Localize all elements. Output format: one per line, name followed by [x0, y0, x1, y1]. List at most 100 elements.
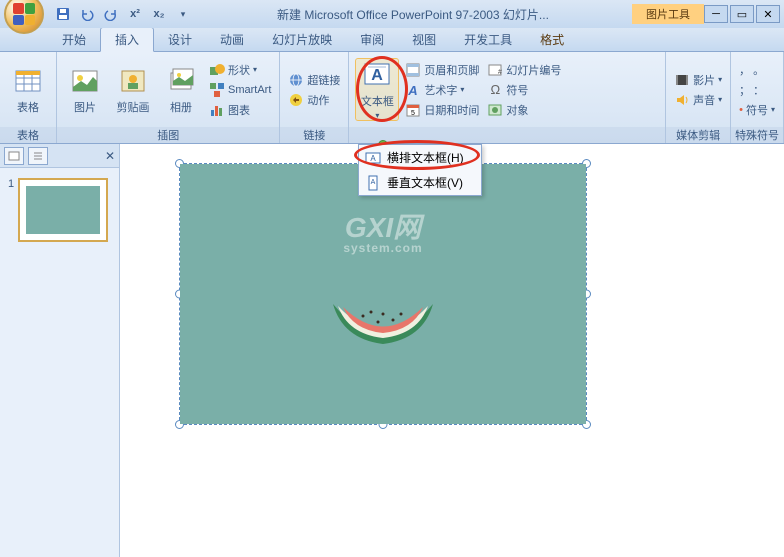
group-media-label: 媒体剪辑	[666, 127, 730, 143]
picture-content: GXI网 system.com	[180, 164, 586, 424]
ribbon: 表格 表格 图片 剪贴画 相册 形状 ▾ SmartArt 图表	[0, 52, 784, 144]
clipart-button[interactable]: 剪贴画	[111, 65, 155, 115]
office-logo-icon	[13, 3, 35, 25]
shapes-icon	[209, 62, 225, 78]
title-bar: x² x₂ ▾ 新建 Microsoft Office PowerPoint 9…	[0, 0, 784, 28]
textbox-label: 文本框	[361, 93, 394, 109]
headerfooter-button[interactable]: 页眉和页脚	[403, 61, 481, 79]
group-special-label: 特殊符号	[731, 127, 783, 143]
window-title: 新建 Microsoft Office PowerPoint 97-2003 幻…	[194, 6, 632, 23]
panel-tabs: ✕	[0, 144, 119, 168]
group-tables: 表格 表格	[0, 52, 57, 143]
redo-icon[interactable]	[100, 3, 122, 25]
subscript-icon[interactable]: x₂	[148, 3, 170, 25]
qat-dropdown-icon[interactable]: ▾	[172, 3, 194, 25]
group-text: A 文本框 ▾ 页眉和页脚 A艺术字 ▾ 5日期和时间 #幻灯片编号 Ω符号 对…	[349, 52, 666, 143]
svg-text:5: 5	[411, 110, 415, 117]
table-icon	[12, 65, 44, 97]
watermelon-icon	[323, 294, 443, 364]
group-illustrations-label: 插图	[57, 127, 279, 143]
sound-icon	[674, 92, 690, 108]
symbol-button[interactable]: Ω符号	[485, 81, 563, 99]
textbox-button[interactable]: A 文本框 ▾	[355, 58, 399, 121]
hyperlink-icon	[288, 72, 304, 88]
tab-review[interactable]: 审阅	[346, 28, 398, 51]
album-icon	[165, 65, 197, 97]
shapes-button[interactable]: 形状 ▾	[207, 61, 273, 79]
group-links: 超链接 动作 链接	[280, 52, 349, 143]
outline-tab[interactable]	[28, 147, 48, 165]
ribbon-tabs: 开始 插入 设计 动画 幻灯片放映 审阅 视图 开发工具 格式	[0, 28, 784, 52]
movie-button[interactable]: 影片 ▾	[672, 71, 724, 89]
group-illustrations: 图片 剪贴画 相册 形状 ▾ SmartArt 图表 插图	[57, 52, 280, 143]
thumbnail-image	[26, 186, 100, 234]
slides-tab[interactable]	[4, 147, 24, 165]
group-tables-label: 表格	[0, 127, 56, 143]
svg-text:A: A	[371, 179, 376, 186]
selected-picture-frame[interactable]: GXI网 system.com	[180, 164, 586, 424]
svg-text:#: #	[498, 69, 502, 76]
tab-view[interactable]: 视图	[398, 28, 450, 51]
wordart-icon: A	[405, 82, 421, 98]
vertical-textbox-item[interactable]: A 垂直文本框(V)	[359, 170, 481, 195]
table-label: 表格	[17, 99, 39, 115]
slide-thumbnail[interactable]	[18, 178, 108, 242]
svg-text:A: A	[372, 67, 384, 84]
group-text-label	[349, 127, 665, 143]
tab-slideshow[interactable]: 幻灯片放映	[258, 28, 346, 51]
headerfooter-icon	[405, 62, 421, 78]
hyperlink-button[interactable]: 超链接	[286, 71, 342, 89]
svg-text:A: A	[408, 83, 418, 98]
picture-label: 图片	[74, 99, 96, 115]
quick-access-toolbar: x² x₂ ▾	[52, 3, 194, 25]
slide-canvas[interactable]: GXI网 system.com	[120, 144, 784, 557]
vert-textbox-icon: A	[365, 175, 381, 191]
maximize-button[interactable]: ▭	[730, 5, 754, 23]
close-button[interactable]: ✕	[756, 5, 780, 23]
minimize-button[interactable]: ─	[704, 5, 728, 23]
undo-icon[interactable]	[76, 3, 98, 25]
tab-format[interactable]: 格式	[526, 28, 578, 51]
tab-animation[interactable]: 动画	[206, 28, 258, 51]
table-button[interactable]: 表格	[6, 65, 50, 115]
datetime-button[interactable]: 5日期和时间	[403, 101, 481, 119]
picture-button[interactable]: 图片	[63, 65, 107, 115]
picture-icon	[69, 65, 101, 97]
horizontal-textbox-item[interactable]: A 横排文本框(H)	[359, 145, 481, 170]
superscript-icon[interactable]: x²	[124, 3, 146, 25]
clipart-icon	[117, 65, 149, 97]
chart-icon	[209, 102, 225, 118]
special1[interactable]: ， 。	[737, 61, 777, 79]
wordart-button[interactable]: A艺术字 ▾	[403, 81, 481, 99]
textbox-icon: A	[361, 59, 393, 91]
slidenum-icon: #	[487, 62, 503, 78]
symbol-icon: Ω	[487, 82, 503, 98]
album-button[interactable]: 相册	[159, 65, 203, 115]
slidenum-button[interactable]: #幻灯片编号	[485, 61, 563, 79]
workspace: ✕ 1 GXI网 system.com	[0, 144, 784, 557]
album-label: 相册	[170, 99, 192, 115]
group-media: 影片 ▾ 声音 ▾ 媒体剪辑	[666, 52, 731, 143]
clipart-label: 剪贴画	[117, 99, 150, 115]
group-special: ， 。 ； ： • 符号 ▾ 特殊符号	[731, 52, 784, 143]
smartart-icon	[209, 82, 225, 98]
sound-button[interactable]: 声音 ▾	[672, 91, 724, 109]
tab-design[interactable]: 设计	[154, 28, 206, 51]
special-symbol-button[interactable]: • 符号 ▾	[737, 101, 777, 119]
save-icon[interactable]	[52, 3, 74, 25]
tab-insert[interactable]: 插入	[100, 27, 154, 52]
object-button[interactable]: 对象	[485, 101, 563, 119]
group-links-label: 链接	[280, 127, 348, 143]
action-icon	[288, 92, 304, 108]
chart-button[interactable]: 图表	[207, 101, 273, 119]
action-button[interactable]: 动作	[286, 91, 342, 109]
svg-text:A: A	[370, 154, 376, 163]
smartart-button[interactable]: SmartArt	[207, 81, 273, 99]
special2[interactable]: ； ：	[737, 81, 777, 99]
tab-developer[interactable]: 开发工具	[450, 28, 526, 51]
panel-close-icon[interactable]: ✕	[105, 149, 115, 163]
textbox-dropdown: A 横排文本框(H) A 垂直文本框(V)	[358, 144, 482, 196]
tab-home[interactable]: 开始	[48, 28, 100, 51]
slide-panel: ✕ 1	[0, 144, 120, 557]
context-tab-label: 图片工具	[632, 4, 704, 24]
